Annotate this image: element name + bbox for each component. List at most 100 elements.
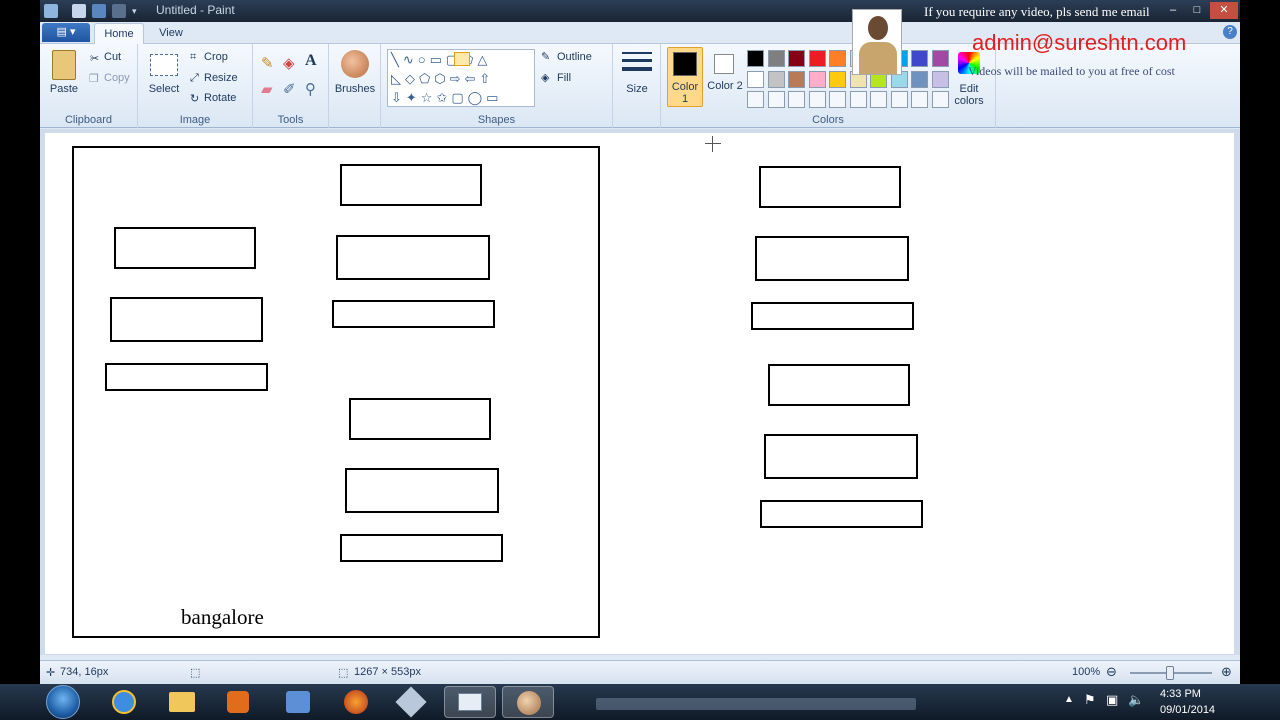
select-button[interactable]: Select [144,83,184,95]
drawing-canvas[interactable]: bangalore [45,133,1234,654]
status-bar: ✛ 734, 16px ⬚ ⬚ 1267 × 553px 100% ⊖ ⊕ [40,660,1240,684]
brushes-button[interactable]: Brushes [331,83,379,95]
palette-color-swatch[interactable] [911,50,928,67]
network-status-icon[interactable]: ▣ [1106,692,1118,708]
watermark-note: Videos will be mailed to you at free of … [968,64,1175,78]
drawn-rectangle [332,300,495,328]
custom-color-swatch[interactable] [911,91,928,108]
drawn-rectangle [764,434,918,479]
eraser-icon[interactable]: ▰ [261,80,273,98]
palette-color-swatch[interactable] [767,70,785,88]
rotate-icon: ↻ [190,93,200,105]
select-icon[interactable] [150,54,178,76]
color2-selector[interactable]: Color 2 [707,47,743,107]
magnifier-icon[interactable]: ⚲ [305,80,316,98]
help-icon[interactable]: ? [1223,25,1237,39]
paste-icon[interactable] [52,50,76,80]
cut-icon[interactable]: ✂ [90,52,99,65]
resize-button[interactable]: Resize [204,72,238,84]
brushes-icon[interactable] [341,50,369,78]
custom-color-swatch[interactable] [931,91,949,108]
custom-color-swatch[interactable] [849,91,867,108]
quick-access-dropdown-icon[interactable]: ▾ [132,4,140,18]
crop-button[interactable]: Crop [204,51,228,63]
file-explorer-taskbar-icon[interactable] [156,686,208,718]
shapes-gallery[interactable]: ╲∿○▭▢⬠△ ◺◇⬠⬡⇨⇦⇧ ⇩✦☆✩▢◯▭ [387,49,535,107]
crop-icon: ⌗ [190,51,197,63]
custom-color-swatch[interactable] [788,91,805,108]
drawn-rectangle [340,164,482,206]
paste-button[interactable]: Paste [46,83,82,95]
color1-selector[interactable]: Color 1 [667,47,703,107]
window-switcher-taskbar-icon[interactable] [444,686,496,718]
close-button[interactable]: ✕ [1210,2,1238,19]
maximize-button[interactable]: □ [1186,2,1208,19]
color-picker-icon[interactable]: ✐ [283,80,296,98]
palette-color-swatch[interactable] [931,70,949,88]
clock-date[interactable]: 09/01/2014 [1160,704,1215,716]
show-hidden-icons-icon[interactable]: ▲ [1064,694,1074,705]
save-icon[interactable] [72,4,86,18]
minimize-button[interactable]: – [1162,2,1184,19]
palette-color-swatch[interactable] [788,70,805,88]
palette-color-swatch[interactable] [808,50,826,67]
brushes-group: Brushes [329,44,381,128]
zoom-out-icon[interactable]: ⊖ [1106,664,1117,680]
presenter-photo [852,9,902,75]
custom-color-swatch[interactable] [808,91,826,108]
palette-color-swatch[interactable] [829,70,846,88]
tab-view[interactable]: View [148,23,194,44]
palette-color-swatch[interactable] [911,70,928,88]
custom-color-swatch[interactable] [870,91,887,108]
drawn-rectangle [105,363,268,391]
custom-color-swatch[interactable] [767,91,785,108]
clock-time[interactable]: 4:33 PM [1160,688,1201,700]
zoom-in-icon[interactable]: ⊕ [1221,664,1232,680]
zoom-slider-thumb[interactable] [1166,666,1174,680]
palette-color-swatch[interactable] [808,70,826,88]
custom-color-swatch[interactable] [829,91,846,108]
fill-button[interactable]: Fill [557,72,571,84]
cut-button[interactable]: Cut [104,51,121,63]
paint-app-icon[interactable] [44,4,58,18]
color2-swatch[interactable] [714,54,734,74]
app-menu-button[interactable]: ▤ ▾ [42,23,90,42]
virtualbox-taskbar-icon[interactable] [386,686,438,718]
media-player-taskbar-icon[interactable] [212,686,264,718]
rotate-button[interactable]: Rotate [204,92,236,104]
copy-button[interactable]: Copy [104,72,130,84]
shapes-group: ╲∿○▭▢⬠△ ◺◇⬠⬡⇨⇦⇧ ⇩✦☆✩▢◯▭ ✎ Outline ◈ Fill S… [381,44,613,128]
paint-taskbar-icon[interactable] [502,686,554,718]
palette-color-swatch[interactable] [931,50,949,67]
rectangle-shape-selected-icon[interactable] [454,52,470,66]
custom-color-swatch[interactable] [890,91,908,108]
size-icon[interactable] [622,52,652,76]
fill-bucket-icon[interactable]: ◈ [283,54,295,72]
palette-color-swatch[interactable] [788,50,805,67]
outline-icon: ✎ [541,51,551,63]
zoom-slider[interactable] [1130,666,1212,680]
size-button[interactable]: Size [613,83,661,95]
pencil-icon[interactable]: ✎ [261,54,274,72]
desktop-screen: ▾ Untitled - Paint If you require any vi… [0,0,1280,720]
palette-color-swatch[interactable] [747,50,764,67]
drawn-rectangle [110,297,263,342]
volume-icon[interactable]: 🔈 [1128,692,1144,708]
palette-color-swatch[interactable] [747,70,764,88]
outline-button[interactable]: Outline [557,51,592,63]
internet-explorer-taskbar-icon[interactable] [98,686,150,718]
redo-icon[interactable] [112,4,126,18]
firefox-taskbar-icon[interactable] [330,686,382,718]
palette-color-swatch[interactable] [829,50,846,67]
paint-window: ▾ Untitled - Paint If you require any vi… [40,0,1240,684]
tab-home[interactable]: Home [94,23,144,44]
network-taskbar-icon[interactable] [272,686,324,718]
palette-color-swatch[interactable] [767,50,785,67]
undo-icon[interactable] [92,4,106,18]
color1-swatch[interactable] [673,52,697,76]
start-button[interactable] [46,685,80,719]
action-center-flag-icon[interactable]: ⚑ [1084,692,1096,708]
edit-colors-button[interactable]: Edit colors [949,83,989,107]
text-tool-icon[interactable]: A [305,52,317,70]
custom-color-swatch[interactable] [747,91,764,108]
